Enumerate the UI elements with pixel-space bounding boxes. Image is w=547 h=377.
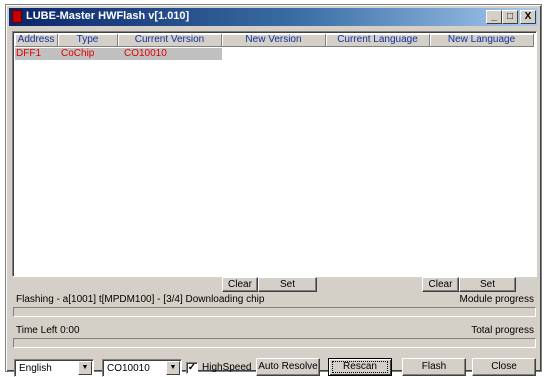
flashing-status: Flashing - a[1001] t[MPDM100] - [3/4] Do… xyxy=(16,294,265,305)
cell-type: CoChip xyxy=(61,48,95,59)
column-header-new-version[interactable]: New Version xyxy=(222,34,326,47)
cell-address: DFF1 xyxy=(16,48,41,59)
window-title: LUBE-Master HWFlash v[1.010] xyxy=(26,10,190,22)
flash-button[interactable]: Flash xyxy=(402,358,466,376)
table-row[interactable]: DFF1 CoChip CO10010 xyxy=(15,48,222,60)
column-header-current-language[interactable]: Current Language xyxy=(326,34,430,47)
auto-resolve-button[interactable]: Auto Resolve xyxy=(256,358,320,376)
maximize-button[interactable]: □ xyxy=(502,10,518,24)
column-header-current-version[interactable]: Current Version xyxy=(118,34,222,47)
close-window-button[interactable]: X xyxy=(520,10,536,24)
version-select[interactable]: CO10010 ▼ xyxy=(102,359,182,377)
chip-list[interactable]: Address Type Current Version New Version… xyxy=(12,31,537,277)
set-version-button[interactable]: Set xyxy=(258,277,317,292)
chevron-down-icon[interactable]: ▼ xyxy=(166,361,180,375)
clear-language-button[interactable]: Clear xyxy=(422,277,459,292)
total-progress-bar xyxy=(13,338,536,348)
column-header-address[interactable]: Address xyxy=(15,34,58,47)
language-select-value: English xyxy=(19,363,52,374)
app-icon xyxy=(12,10,22,23)
focus-ring xyxy=(332,361,388,373)
chevron-down-icon[interactable]: ▼ xyxy=(78,361,92,375)
clear-version-button[interactable]: Clear xyxy=(222,277,258,292)
module-progress-label: Module progress xyxy=(459,294,534,305)
total-progress-label: Total progress xyxy=(471,325,534,336)
module-progress-bar xyxy=(13,307,536,317)
rescan-button[interactable]: Rescan xyxy=(328,358,392,376)
cell-current-version: CO10010 xyxy=(124,48,167,59)
column-header-type[interactable]: Type xyxy=(58,34,118,47)
list-header: Address Type Current Version New Version… xyxy=(15,34,534,47)
highspeed-label: HighSpeed xyxy=(202,362,252,373)
time-left-label: Time Left 0:00 xyxy=(16,325,80,336)
language-select[interactable]: English ▼ xyxy=(14,359,94,377)
minimize-button[interactable]: _ xyxy=(486,10,502,24)
main-window: LUBE-Master HWFlash v[1.010] _ □ X Addre… xyxy=(5,4,542,377)
version-select-value: CO10010 xyxy=(107,363,150,374)
close-button[interactable]: Close xyxy=(472,358,536,376)
title-bar[interactable]: LUBE-Master HWFlash v[1.010] _ □ X xyxy=(9,8,538,26)
highspeed-checkbox[interactable]: ✓ xyxy=(186,362,198,374)
column-header-new-language[interactable]: New Language xyxy=(430,34,534,47)
set-language-button[interactable]: Set xyxy=(459,277,516,292)
